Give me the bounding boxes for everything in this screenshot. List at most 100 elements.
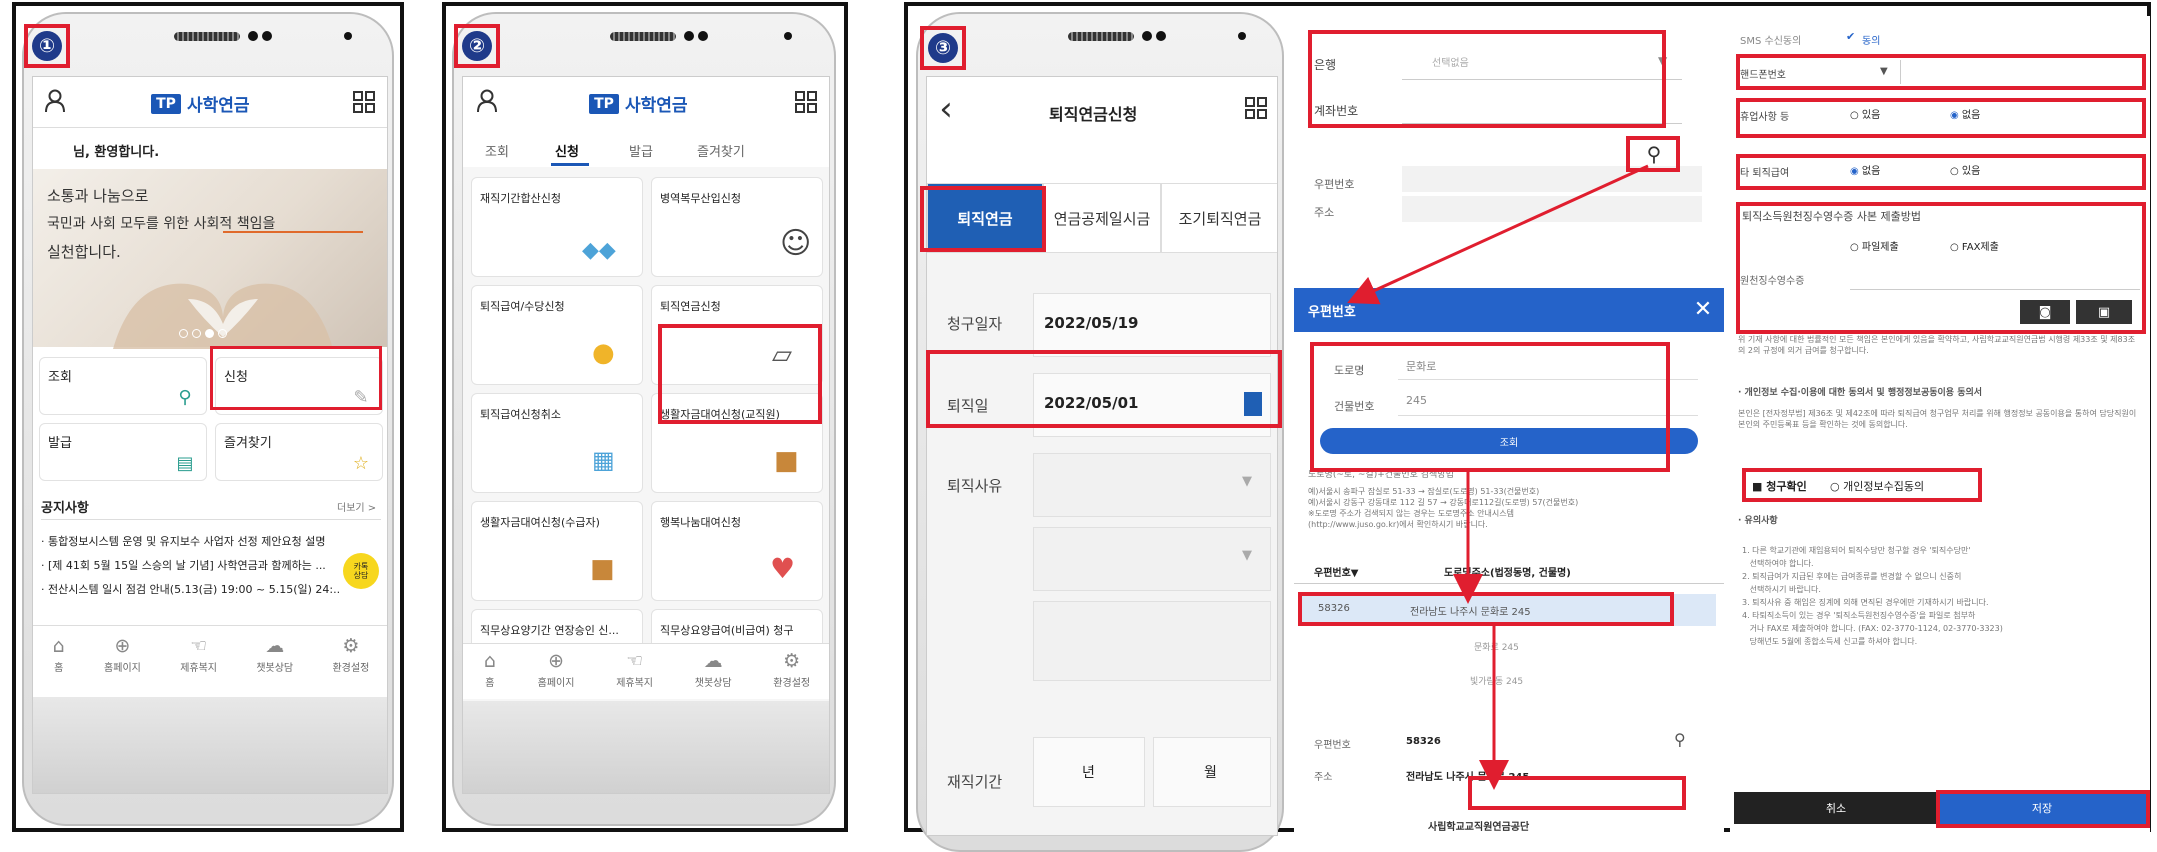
nav-label: 홈 [54, 663, 64, 674]
menu-card-inquiry[interactable]: 조회 ⚲ [39, 357, 207, 415]
user-icon[interactable] [41, 87, 69, 115]
chat-badge-label: 카톡 상담 [353, 562, 369, 580]
home-icon: ⌂ [52, 635, 65, 657]
card-label: 퇴직급여/수당신청 [480, 300, 565, 313]
heart-hand-icon: ♥ [770, 552, 796, 585]
notice-item[interactable]: · [제 41회 5월 15일 스승의 날 기념] 사학연금과 함께하는 ... [41, 557, 341, 573]
card-label: 병역복무산입신청 [660, 192, 741, 205]
nav-welfare[interactable]: ☜ 제휴복지 [180, 635, 217, 674]
nav-settings[interactable]: ⚙ 환경설정 [773, 650, 810, 689]
nav-home[interactable]: ⌂ 홈 [484, 650, 496, 689]
speaker [174, 32, 240, 41]
android-nav-bar [33, 697, 387, 793]
tab-apply[interactable]: 신청 [555, 141, 579, 160]
star-icon: ☆ [352, 452, 370, 474]
divider [33, 127, 387, 128]
nav-settings[interactable]: ⚙ 환경설정 [332, 635, 369, 674]
bottom-nav: ⌂ 홈 ⊕ 홈페이지 ☜ 제휴복지 ☁ 챗봇상담 ⚙ 환경설정 [33, 635, 387, 691]
notice-title: 공지사항 [41, 501, 89, 516]
menu-card-issue[interactable]: 발급 ▤ [39, 423, 207, 481]
step-2-highlight: ② [454, 24, 500, 68]
banner-underline [223, 231, 363, 233]
nav-welfare[interactable]: ☜ 제휴복지 [616, 650, 653, 689]
logo-mark: TP [151, 93, 181, 114]
menu-label: 조회 [48, 370, 72, 385]
tab-inquiry[interactable]: 조회 [485, 141, 509, 160]
chat-icon: ☁ [703, 650, 723, 672]
privacy-text: 본인은 [전자정부법] 제36조 및 제42조에 따라 퇴직급여 청구업무 처리… [1738, 409, 2137, 429]
notes-title: · 유의사항 [1738, 516, 1778, 526]
document-icon: ▤ [176, 452, 194, 474]
card-happiness-loan[interactable]: 행복나눔대여신청 ♥ [651, 501, 823, 601]
tab-active-underline [551, 163, 589, 166]
divider [41, 519, 381, 520]
card-label: 생활자금대여신청(수급자) [480, 516, 600, 529]
card-label: 직무상요양급여(비급여) 청구 [660, 624, 794, 637]
hand-icon: ☜ [626, 650, 644, 672]
nav-label: 홈페이지 [104, 663, 141, 674]
greeting-text: 님, 환영합니다. [73, 145, 160, 160]
sms-label: SMS 수신동의 [1740, 36, 1802, 47]
notice-item[interactable]: · 통합정보시스템 운영 및 유지보수 사업자 선정 제안요청 설명 [41, 533, 381, 549]
nav-chatbot[interactable]: ☁ 챗봇상담 [256, 635, 293, 674]
phone-1: TP 사학연금 님, 환영합니다. 소통과 나눔으로 국민과 사회 모두를 위한… [22, 12, 394, 826]
screen-2: TP 사학연금 조회 신청 발급 즐겨찾기 재직기간합산신청 ◆◆ 병역복무산입… [462, 76, 830, 794]
panel-3-frame: ‹ 퇴직연금신청 퇴직연금 연금공제일시금 조기퇴직연금 청구일자 2022/0… [904, 2, 2151, 852]
notice-more-link[interactable]: 더보기 > [337, 499, 376, 514]
card-benefit-cancel[interactable]: 퇴직급여신청취소 ▦ [471, 393, 643, 493]
carousel-dots[interactable] [179, 329, 227, 338]
menu-grid-icon[interactable] [351, 89, 377, 115]
blocks-icon: ◆◆ [582, 238, 616, 263]
sensor-dot [784, 32, 792, 40]
kakao-chat-button[interactable]: 카톡 상담 [343, 553, 379, 589]
card-military-service[interactable]: 병역복무산입신청 ☺ [651, 177, 823, 277]
nav-homepage[interactable]: ⊕ 홈페이지 [104, 635, 141, 674]
menu-label: 발급 [48, 436, 72, 451]
globe-icon: ⊕ [548, 650, 565, 672]
card-living-loan-recipient[interactable]: 생활자금대여신청(수급자) ■ [471, 501, 643, 601]
agree-text: 위 기재 사항에 대한 법률적인 모든 책임은 본인에게 있음을 확약하고, 사… [1738, 335, 2136, 355]
banner-line-1: 소통과 나눔으로 [47, 187, 149, 205]
nav-label: 제휴복지 [180, 663, 217, 674]
home-icon: ⌂ [483, 650, 496, 672]
cancel-button[interactable]: 취소 [1734, 792, 1938, 824]
banner[interactable]: 소통과 나눔으로 국민과 사회 모두를 위한 사회적 책임을 실천합니다. [33, 169, 387, 349]
camera-dot [262, 31, 272, 41]
step-number: ① [32, 31, 62, 61]
card-label: 행복나눔대여신청 [660, 516, 741, 529]
user-icon[interactable] [473, 87, 501, 115]
gear-icon: ⚙ [342, 635, 360, 657]
panel-1-frame: TP 사학연금 님, 환영합니다. 소통과 나눔으로 국민과 사회 모두를 위한… [12, 2, 404, 832]
bottom-nav: ⌂ 홈 ⊕ 홈페이지 ☜ 제휴복지 ☁ 챗봇상담 ⚙ 환경설정 [463, 643, 829, 699]
nav-label: 챗봇상담 [256, 663, 294, 674]
tab-favorites[interactable]: 즐겨찾기 [697, 141, 745, 160]
card-label: 퇴직연금신청 [660, 300, 721, 313]
sms-value: 동의 [1862, 36, 1881, 47]
privacy-title: · 개인정보 수집·이용에 대한 동의서 및 행정정보공동이용 동의서 [1738, 388, 1983, 398]
nav-label: 홈 [485, 678, 495, 689]
notice-item[interactable]: · 전산시스템 일시 점검 안내(5.13(금) 19:00 ~ 5.15(일)… [41, 581, 341, 597]
screen-1: TP 사학연금 님, 환영합니다. 소통과 나눔으로 국민과 사회 모두를 위한… [32, 76, 388, 794]
menu-card-favorites[interactable]: 즐겨찾기 ☆ [215, 423, 383, 481]
bag-icon: ■ [774, 446, 799, 476]
notes-text: 1. 다른 학교기관에 재임용되어 퇴직수당만 청구할 경우 '퇴직수당만' 선… [1742, 546, 2003, 646]
save-highlight [1936, 790, 2150, 828]
menu-grid-icon[interactable] [793, 89, 819, 115]
card-label: 퇴직급여신청취소 [480, 408, 561, 421]
gear-icon: ⚙ [783, 650, 801, 672]
hand-icon: ☜ [190, 635, 208, 657]
nav-label: 환경설정 [773, 678, 811, 689]
nav-homepage[interactable]: ⊕ 홈페이지 [538, 650, 575, 689]
cancel-doc-icon: ▦ [592, 446, 615, 474]
nav-chatbot[interactable]: ☁ 챗봇상담 [695, 650, 732, 689]
menu-label: 즐겨찾기 [224, 436, 272, 451]
sensor-dot [344, 32, 352, 40]
phone-highlight [1736, 54, 2146, 90]
card-retirement-benefit[interactable]: 퇴직급여/수당신청 ● [471, 285, 643, 385]
card-service-period-merge[interactable]: 재직기간합산신청 ◆◆ [471, 177, 643, 277]
nav-home[interactable]: ⌂ 홈 [53, 635, 65, 674]
step-1-highlight: ① [24, 24, 70, 68]
nav-label: 챗봇상담 [694, 678, 732, 689]
tab-issue[interactable]: 발급 [629, 141, 653, 160]
q1-highlight [1736, 98, 2146, 138]
